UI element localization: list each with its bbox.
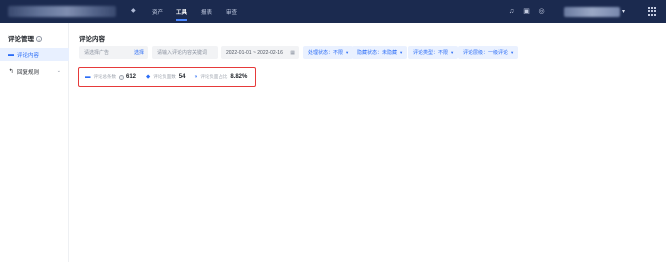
hidden-status-select[interactable]: 隐藏状态：未隐藏 ▾ (352, 46, 408, 59)
apps-grid-icon[interactable] (648, 7, 657, 16)
page-title: 评论内容 (79, 36, 105, 43)
brand-logo[interactable] (8, 6, 116, 17)
chevron-down-icon: ▾ (451, 49, 454, 55)
stat-negative-ratio: ◑ 评论负面占比 8.82% (194, 74, 248, 80)
chevron-down-icon[interactable]: ▾ (622, 8, 625, 15)
help-icon[interactable]: ◎ (537, 7, 546, 16)
ad-select-input[interactable]: 请选择广告 选择 (79, 46, 148, 59)
bell-icon[interactable]: ♫ (507, 7, 516, 16)
chevron-down-icon: ▾ (400, 49, 403, 55)
reply-icon: ↰ (8, 68, 14, 75)
sidebar: 评论管理 i ▬ 评论内容 ↰ 回复规则 ⌄ (0, 23, 69, 262)
sidebar-item-reply-rules[interactable]: ↰ 回复规则 ⌄ (0, 65, 69, 78)
search-input[interactable]: 请输入评论内容关键词 (152, 46, 218, 59)
ratio-icon: ◑ (194, 74, 198, 80)
sidebar-item-label: 回复规则 (17, 69, 40, 76)
nav-item-tools[interactable]: 工具 (176, 8, 188, 21)
date-range-picker[interactable]: 2022-01-01 ~ 2022-02-16 ▦ (221, 46, 299, 59)
comment-icon: ▬ (8, 51, 14, 58)
stat-negative-comments: ◆ 评论负面数 54 (146, 74, 186, 80)
sidebar-item-comments[interactable]: ▬ 评论内容 (0, 48, 69, 61)
stats-summary: ▬ 评论总条数 ? 612 ◆ 评论负面数 54 ◑ 评论负面占比 8.82% (78, 67, 256, 87)
nav-item-assets[interactable]: 资产 (152, 8, 163, 16)
chevron-down-icon: ▾ (511, 49, 514, 55)
chevron-down-icon: ▾ (346, 49, 349, 55)
pin-icon: ◆ (131, 8, 136, 14)
help-icon[interactable]: ? (119, 74, 124, 80)
user-menu[interactable] (564, 7, 620, 17)
comment-icon: ▬ (85, 74, 91, 80)
stat-total-comments: ▬ 评论总条数 ? 612 (85, 74, 137, 80)
comment-level-select[interactable]: 评论层级：一级评论 ▾ (458, 46, 519, 59)
info-icon[interactable]: i (36, 36, 42, 43)
sidebar-title: 评论管理 i (8, 33, 42, 43)
top-navbar: ◆ 资产 工具 报表 审查 ♫ ▣ ◎ ▾ (0, 0, 666, 23)
main-content: 评论内容 请选择广告 选择 请输入评论内容关键词 2022-01-01 ~ 20… (70, 23, 666, 262)
process-status-select[interactable]: 处理状态：不限 ▾ (303, 46, 354, 59)
nav-item-reports[interactable]: 报表 (201, 8, 212, 16)
negative-icon: ◆ (146, 74, 151, 80)
sidebar-item-label: 评论内容 (17, 52, 40, 59)
chevron-down-icon: ⌄ (56, 68, 61, 74)
nav-item-review[interactable]: 审查 (226, 8, 237, 16)
calendar-icon: ▦ (290, 49, 295, 56)
ad-select-link[interactable]: 选择 (134, 49, 144, 56)
comment-type-select[interactable]: 评论类型：不限 ▾ (408, 46, 459, 59)
save-icon[interactable]: ▣ (522, 7, 531, 16)
